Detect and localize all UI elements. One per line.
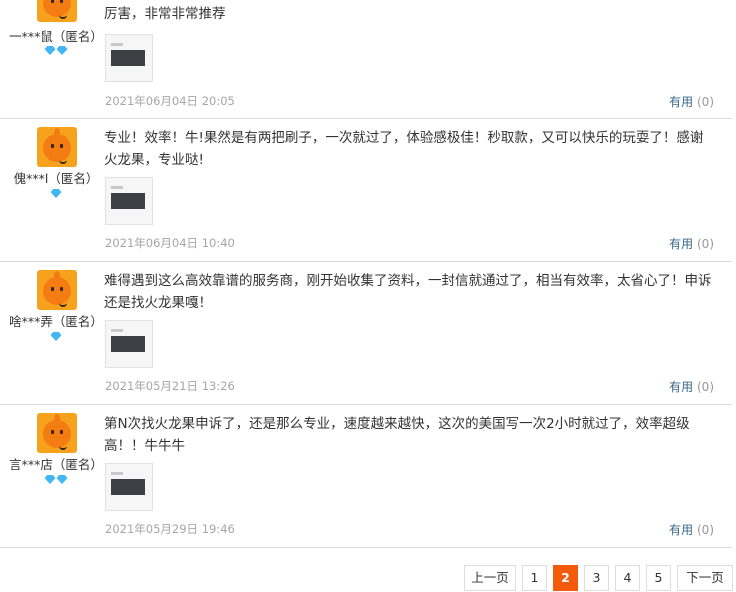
review-date: 2021年05月21日 13:26 — [105, 379, 235, 393]
review-date: 2021年06月04日 20:05 — [105, 94, 235, 108]
useful-button[interactable]: 有用 (0) — [669, 93, 714, 110]
reviewer-name: 一***鼠（匿名） — [9, 29, 103, 44]
prev-page-button[interactable]: 上一页 — [464, 565, 516, 591]
useful-button[interactable]: 有用 (0) — [669, 235, 714, 252]
useful-label: 有用 — [669, 380, 694, 394]
diamond-icon — [44, 475, 56, 484]
useful-label: 有用 — [669, 237, 694, 251]
page-button-1[interactable]: 1 — [522, 565, 547, 591]
screenshot-thumbnail-icon[interactable] — [105, 320, 153, 368]
user-avatar-icon[interactable] — [37, 127, 77, 167]
review-text: 难得遇到这么高效靠谱的服务商，刚开始收集了资料，一封信就通过了，相当有效率，太省… — [104, 273, 712, 311]
diamond-icon — [56, 46, 68, 55]
screenshot-thumbnail-icon[interactable] — [105, 177, 153, 225]
screenshot-thumbnail-icon[interactable] — [105, 463, 153, 511]
screenshot-thumbnail-icon[interactable] — [105, 34, 153, 82]
reviewer-name: 啥***弄（匿名） — [9, 314, 103, 329]
useful-count: (0) — [697, 237, 714, 251]
diamond-icon — [56, 475, 68, 484]
page-button-5[interactable]: 5 — [646, 565, 671, 591]
user-avatar-icon[interactable] — [37, 270, 77, 310]
useful-label: 有用 — [669, 523, 694, 537]
useful-count: (0) — [697, 523, 714, 537]
review-text: 专业！效率！牛!果然是有两把刷子，一次就过了，体验感极佳！秒取款，又可以快乐的玩… — [104, 130, 704, 168]
diamond-icon — [44, 46, 56, 55]
page-button-4[interactable]: 4 — [615, 565, 640, 591]
badge-group — [0, 475, 112, 488]
page-button-3[interactable]: 3 — [584, 565, 609, 591]
badge-group — [0, 332, 112, 345]
user-avatar-icon[interactable] — [37, 413, 77, 453]
review-date: 2021年06月04日 10:40 — [105, 236, 235, 250]
review-date: 2021年05月29日 19:46 — [105, 522, 235, 536]
diamond-icon — [50, 189, 62, 198]
review-item: 言***店（匿名） 第N次找火龙果申诉了，还是那么专业，速度越来越快，这次的美国… — [0, 405, 732, 548]
next-page-button[interactable]: 下一页 — [677, 565, 733, 591]
review-text: 第N次找火龙果申诉了，还是那么专业，速度越来越快，这次的美国写一次2小时就过了，… — [104, 416, 690, 454]
useful-count: (0) — [697, 380, 714, 394]
useful-button[interactable]: 有用 (0) — [669, 521, 714, 538]
review-text: 厉害，非常非常推荐 — [104, 6, 226, 22]
reviewer-name: 言***店（匿名） — [9, 457, 103, 472]
badge-group — [0, 46, 112, 59]
review-item: 一***鼠（匿名） 厉害，非常非常推荐 2021年06月04日 20:05 有用… — [0, 0, 732, 119]
review-item: 啥***弄（匿名） 难得遇到这么高效靠谱的服务商，刚开始收集了资料，一封信就通过… — [0, 262, 732, 405]
reviewer-name: 傀***l（匿名） — [13, 171, 99, 186]
useful-label: 有用 — [669, 95, 694, 109]
pagination: 上一页 1 2 3 4 5 下一页 — [464, 565, 733, 591]
badge-group — [0, 189, 112, 202]
page-button-2-current[interactable]: 2 — [553, 565, 578, 591]
diamond-icon — [50, 332, 62, 341]
useful-button[interactable]: 有用 (0) — [669, 378, 714, 395]
review-item: 傀***l（匿名） 专业！效率！牛!果然是有两把刷子，一次就过了，体验感极佳！秒… — [0, 119, 732, 262]
useful-count: (0) — [697, 95, 714, 109]
user-avatar-icon[interactable] — [37, 0, 77, 22]
